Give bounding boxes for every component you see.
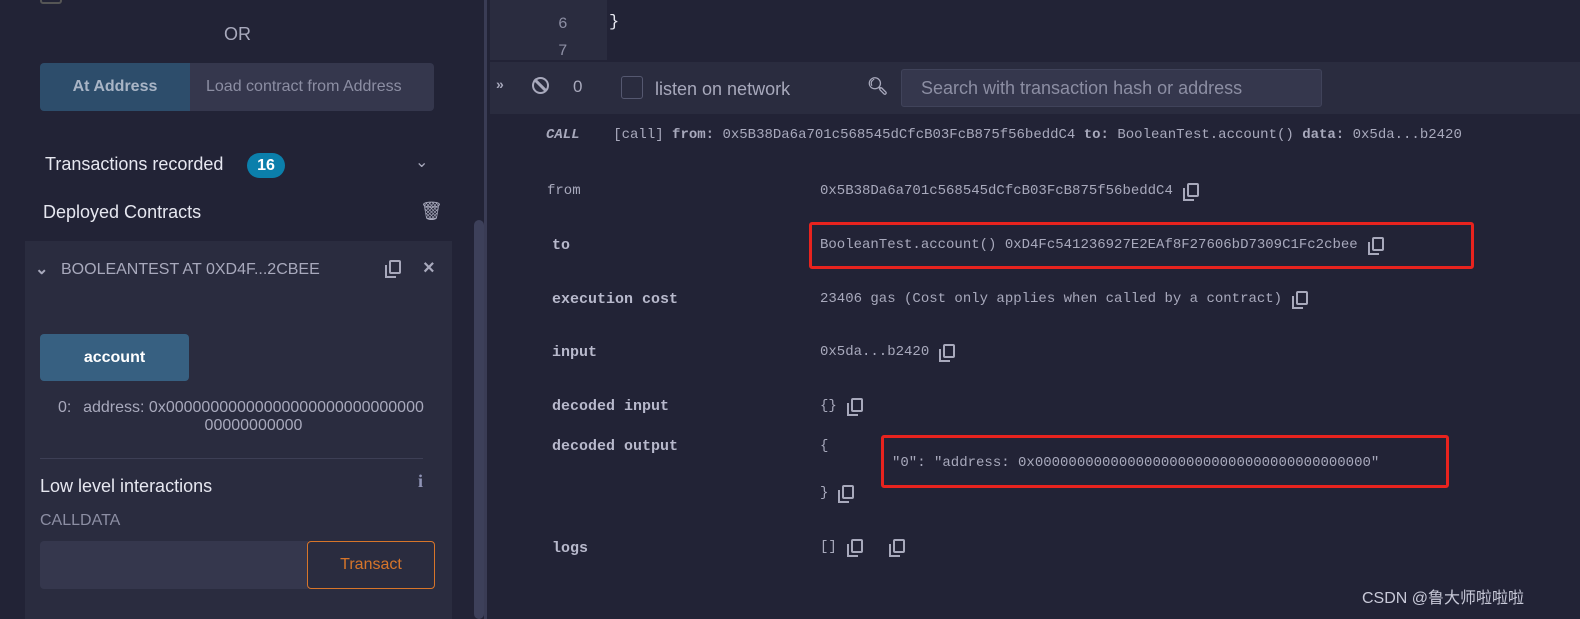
data-value: 0x5da...b2420 — [1352, 127, 1462, 143]
divider — [40, 458, 423, 459]
tx-count-badge: 16 — [247, 153, 285, 178]
line-number: 6 — [558, 15, 568, 33]
copy-icon[interactable] — [846, 539, 863, 558]
info-icon[interactable]: i — [418, 471, 423, 492]
editor-gutter: 6 7 — [490, 0, 607, 60]
watermark: CSDN @鲁大师啦啦啦 — [1362, 590, 1525, 607]
transact-button[interactable]: Transact — [307, 541, 435, 589]
calldata-label: CALLDATA — [40, 512, 121, 529]
from-value: 0x5B38Da6a701c568545dCfcB03FcB875f56bedd… — [722, 127, 1076, 143]
logs-label: logs — [552, 540, 589, 557]
search-input[interactable]: Search with transaction hash or address — [901, 69, 1322, 107]
calldata-input[interactable] — [40, 541, 308, 589]
decoded-output-label: decoded output — [552, 438, 679, 455]
deploy-panel: OR At Address Load contract from Address… — [0, 0, 487, 619]
to-value: BooleanTest.account() 0xD4Fc541236927E2E… — [820, 237, 1384, 256]
call-tag: CALL — [546, 127, 580, 143]
close-icon[interactable]: × — [423, 257, 435, 280]
copy-icon[interactable] — [888, 539, 905, 558]
or-label: OR — [224, 24, 251, 44]
at-address-button[interactable]: At Address — [40, 63, 190, 111]
transactions-recorded-label[interactable]: Transactions recorded — [45, 154, 223, 175]
to-key: to: — [1083, 127, 1109, 143]
scrollbar[interactable] — [474, 220, 484, 619]
pending-count: 0 — [573, 77, 583, 96]
call-summary[interactable]: CALL [call] from: 0x5B38Da6a701c568545dC… — [546, 127, 1462, 143]
result-index: 0: — [58, 399, 72, 416]
input-label: input — [552, 344, 598, 361]
terminal-toolbar: » 0 listen on network 🔍︎ Search with tra… — [490, 62, 1580, 114]
decoded-output-line: "0": "address: 0x00000000000000000000000… — [892, 455, 1380, 471]
checkbox[interactable] — [40, 0, 62, 4]
decoded-input-label: decoded input — [552, 398, 670, 415]
address-input[interactable]: Load contract from Address — [190, 63, 434, 111]
from-key: from: — [672, 127, 715, 143]
logs-value: [] — [820, 539, 905, 558]
call-type: [call] — [613, 127, 664, 143]
code-line: } — [609, 13, 620, 32]
data-key: data: — [1302, 127, 1345, 143]
listen-checkbox[interactable] — [621, 76, 643, 99]
contract-title[interactable]: BOOLEANTEST AT 0XD4F...2CBEE — [61, 261, 356, 279]
copy-icon[interactable] — [838, 485, 855, 504]
decoded-output-close: } — [820, 485, 855, 504]
decoded-output-open: { — [820, 438, 829, 454]
copy-icon[interactable] — [939, 344, 956, 363]
account-function-button[interactable]: account — [40, 334, 189, 381]
copy-icon[interactable] — [1367, 237, 1384, 256]
clear-icon[interactable] — [532, 77, 549, 94]
to-value: BooleanTest.account() — [1117, 127, 1294, 143]
result-value: address: 0x00000000000000000000000000000… — [83, 399, 424, 434]
collapse-icon[interactable]: » — [496, 76, 504, 92]
deployed-contracts-label: Deployed Contracts — [43, 202, 202, 222]
low-level-title: Low level interactions — [40, 476, 213, 496]
cost-label: execution cost — [552, 291, 679, 308]
search-icon: 🔍︎ — [867, 77, 889, 96]
trash-icon[interactable]: 🗑 — [420, 201, 443, 222]
line-number: 7 — [558, 42, 568, 60]
from-value: 0x5B38Da6a701c568545dCfcB03FcB875f56bedd… — [820, 183, 1199, 202]
chevron-down-icon[interactable]: ⌄ — [415, 152, 428, 172]
chevron-down-icon[interactable]: ⌄ — [35, 259, 48, 279]
contract-card: ⌄ BOOLEANTEST AT 0XD4F...2CBEE × account… — [25, 241, 452, 619]
listen-label: listen on network — [655, 79, 791, 99]
copy-icon[interactable] — [375, 258, 401, 278]
copy-icon[interactable] — [1182, 183, 1199, 202]
copy-icon[interactable] — [846, 398, 863, 417]
decoded-input-value: {} — [820, 398, 863, 417]
from-label: from — [547, 183, 581, 199]
copy-icon[interactable] — [1292, 291, 1309, 310]
cost-value: 23406 gas (Cost only applies when called… — [820, 291, 1309, 310]
to-label: to — [552, 237, 571, 254]
input-value: 0x5da...b2420 — [820, 344, 956, 363]
